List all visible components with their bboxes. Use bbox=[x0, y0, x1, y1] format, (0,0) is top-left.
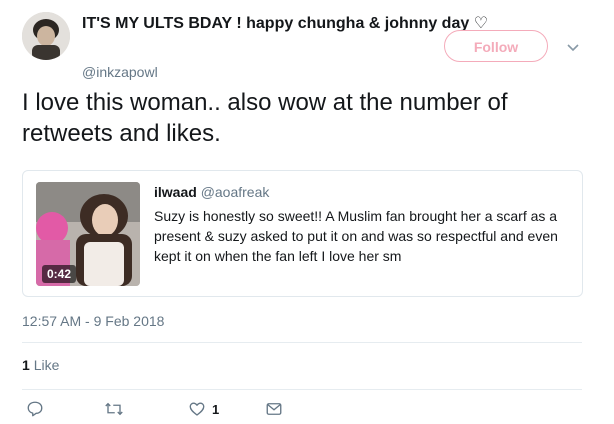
quoted-author-name: ilwaad bbox=[154, 184, 197, 200]
reply-button[interactable] bbox=[26, 400, 44, 418]
heart-icon bbox=[189, 402, 205, 416]
tweet-text: I love this woman.. also wow at the numb… bbox=[22, 89, 508, 147]
quoted-video-thumbnail[interactable]: 0:42 bbox=[36, 182, 140, 286]
tweet-timestamp[interactable]: 12:57 AM - 9 Feb 2018 bbox=[22, 313, 164, 329]
reply-icon bbox=[27, 401, 43, 417]
user-handle[interactable]: @inkzapowl bbox=[82, 64, 158, 80]
quoted-tweet[interactable]: 0:42 ilwaad @aoafreak Suzy is honestly s… bbox=[22, 170, 583, 297]
quoted-author-handle: @aoafreak bbox=[200, 184, 270, 200]
likes-stat[interactable]: 1 Like bbox=[22, 357, 59, 373]
like-count: 1 bbox=[212, 401, 220, 417]
divider bbox=[22, 389, 582, 390]
avatar[interactable] bbox=[22, 12, 70, 60]
direct-message-button[interactable] bbox=[265, 400, 283, 418]
envelope-icon bbox=[266, 403, 282, 415]
quoted-author: ilwaad @aoafreak bbox=[154, 184, 269, 200]
chevron-down-icon[interactable] bbox=[566, 40, 580, 58]
quoted-tweet-text: Suzy is honestly so sweet!! A Muslim fan… bbox=[154, 208, 558, 264]
retweet-button[interactable] bbox=[104, 400, 124, 418]
retweet-icon bbox=[105, 402, 123, 416]
likes-label: Like bbox=[33, 357, 60, 373]
like-button[interactable]: 1 bbox=[188, 400, 219, 418]
follow-button[interactable]: Follow bbox=[444, 30, 548, 62]
likes-count: 1 bbox=[22, 357, 30, 373]
avatar-photo bbox=[22, 12, 70, 60]
video-duration: 0:42 bbox=[42, 265, 77, 283]
divider bbox=[22, 342, 582, 343]
